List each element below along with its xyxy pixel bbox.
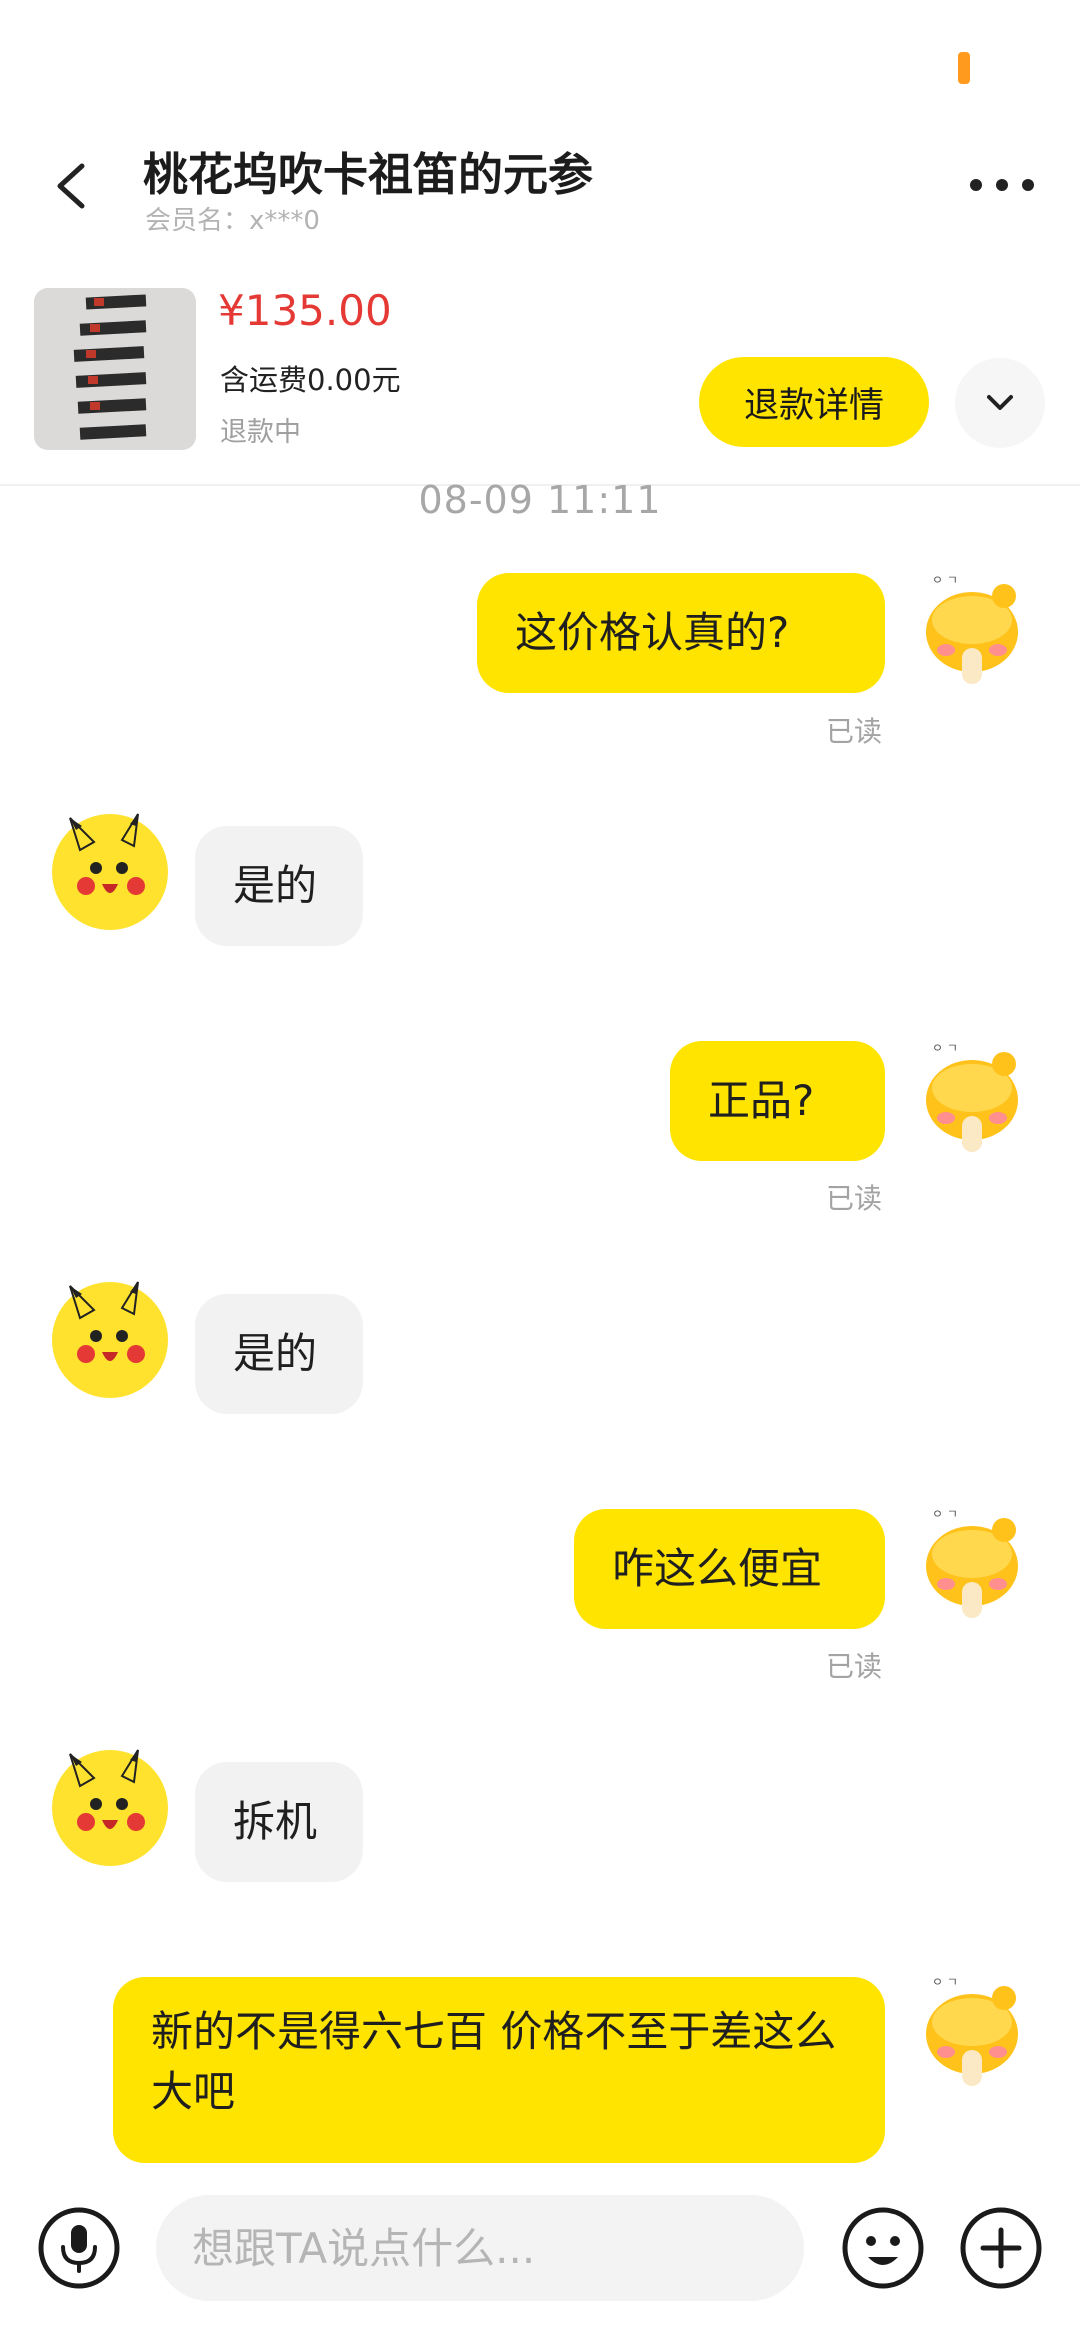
microphone-icon[interactable] [36,2205,122,2291]
seller-avatar[interactable] [50,1748,170,1868]
seller-avatar[interactable] [50,812,170,932]
my-avatar[interactable]: ㅇ ㄱ [912,1504,1032,1624]
svg-text:ㅇ ㄱ: ㅇ ㄱ [932,1975,958,1989]
incoming-message-bubble[interactable]: 拆机 [195,1762,363,1882]
read-receipt: 已读 [826,1650,883,1683]
svg-text:ㅇ ㄱ: ㅇ ㄱ [932,573,958,587]
refund-details-button[interactable]: 退款详情 [699,357,929,447]
outgoing-message-bubble[interactable]: 正品? [670,1041,885,1161]
more-options-icon[interactable] [970,174,1034,196]
add-attachment-icon[interactable] [958,2205,1044,2291]
order-status: 退款中 [220,417,301,448]
shipping-fee: 含运费0.00元 [220,363,401,397]
incoming-message-bubble[interactable]: 是的 [195,826,363,946]
back-arrow-icon[interactable] [48,160,100,212]
outgoing-message-bubble[interactable]: 新的不是得六七百 价格不至于差这么大吧 [113,1977,885,2163]
outgoing-message-bubble[interactable]: 咋这么便宜 [574,1509,885,1629]
read-receipt: 已读 [826,715,883,748]
my-avatar[interactable]: ㅇ ㄱ [912,570,1032,690]
my-avatar[interactable]: ㅇ ㄱ [912,1972,1032,2092]
outgoing-message-bubble[interactable]: 这价格认真的? [477,573,885,693]
message-input[interactable] [156,2195,804,2301]
emoji-icon[interactable] [840,2205,926,2291]
svg-text:ㅇ ㄱ: ㅇ ㄱ [932,1041,958,1055]
chat-title: 桃花坞吹卡祖笛的元参 [143,148,594,201]
expand-chevron-icon[interactable] [955,358,1045,448]
read-receipt: 已读 [826,1182,883,1215]
status-indicator [958,52,970,84]
chat-timestamp: 08-09 11:11 [418,478,662,522]
svg-text:ㅇ ㄱ: ㅇ ㄱ [932,1507,958,1521]
product-price: ¥135.00 [218,286,392,335]
member-name: 会员名：x***0 [145,206,320,236]
incoming-message-bubble[interactable]: 是的 [195,1294,363,1414]
product-thumbnail[interactable] [34,288,196,450]
seller-avatar[interactable] [50,1280,170,1400]
my-avatar[interactable]: ㅇ ㄱ [912,1038,1032,1158]
